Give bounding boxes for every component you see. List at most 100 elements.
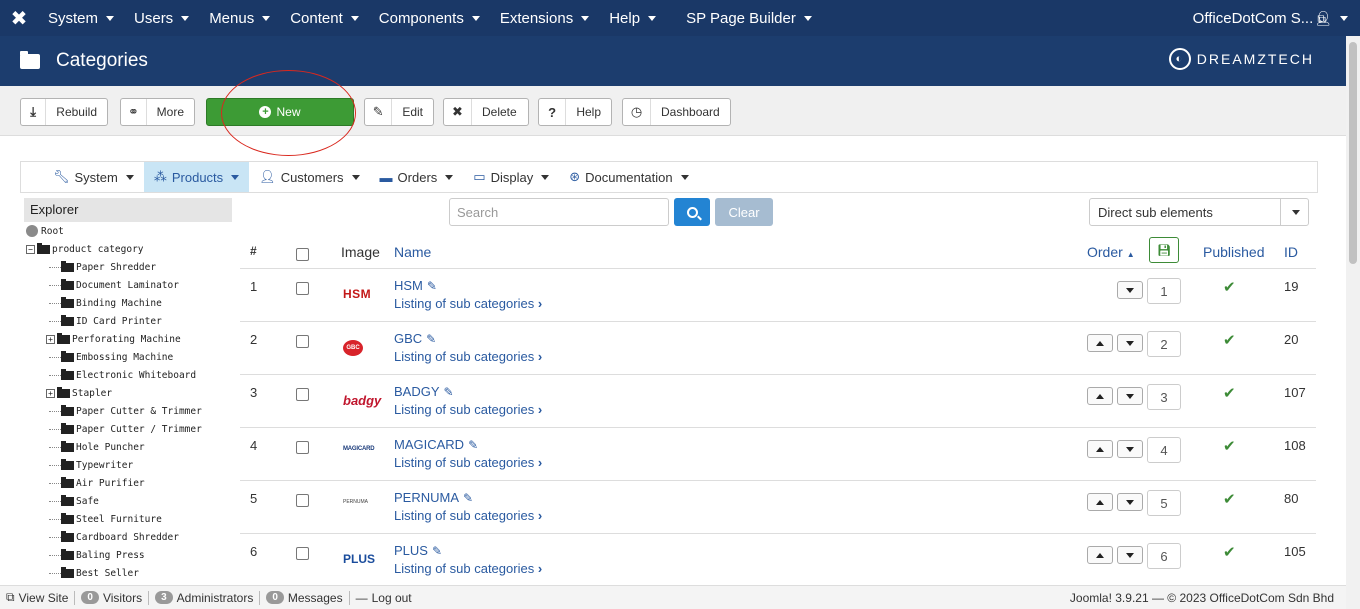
- published-check-icon[interactable]: ✔: [1223, 331, 1236, 349]
- category-name-link[interactable]: PERNUMA ✎: [394, 490, 473, 505]
- col-published[interactable]: Published: [1203, 244, 1265, 260]
- sub-categories-link[interactable]: Listing of sub categories ›: [394, 296, 542, 311]
- tree-item[interactable]: Paper Cutter / Trimmer: [24, 420, 232, 438]
- tree-item[interactable]: Best Seller: [24, 564, 232, 582]
- published-check-icon[interactable]: ✔: [1223, 490, 1236, 508]
- select-all-checkbox[interactable]: [296, 248, 309, 261]
- tree-item[interactable]: + Stapler: [24, 384, 232, 402]
- move-down-button[interactable]: [1117, 281, 1143, 299]
- col-order[interactable]: Order ▲: [1087, 244, 1135, 260]
- tree-item[interactable]: ID Card Printer: [24, 312, 232, 330]
- logout-link[interactable]: — Log out: [350, 591, 418, 605]
- category-name-link[interactable]: BADGY ✎: [394, 384, 454, 399]
- row-checkbox[interactable]: [296, 441, 309, 454]
- move-down-button[interactable]: [1117, 493, 1143, 511]
- sub-categories-link[interactable]: Listing of sub categories ›: [394, 349, 542, 364]
- submenu-customers[interactable]: 👤︎ Customers: [249, 162, 369, 192]
- submenu-system[interactable]: 🔧︎ System: [43, 162, 144, 192]
- menu-content[interactable]: Content: [280, 0, 369, 36]
- filter-select[interactable]: Direct sub elements: [1089, 198, 1309, 226]
- page-scrollbar[interactable]: [1346, 36, 1360, 609]
- category-name-link[interactable]: GBC ✎: [394, 331, 436, 346]
- order-input[interactable]: 6: [1147, 543, 1181, 569]
- expand-icon[interactable]: +: [46, 388, 55, 398]
- category-name-link[interactable]: MAGICARD ✎: [394, 437, 478, 452]
- row-checkbox[interactable]: [296, 494, 309, 507]
- row-checkbox[interactable]: [296, 335, 309, 348]
- sub-categories-link[interactable]: Listing of sub categories ›: [394, 455, 542, 470]
- dashboard-button[interactable]: ◷ Dashboard: [622, 98, 731, 126]
- tree-item[interactable]: Safe: [24, 492, 232, 510]
- collapse-icon[interactable]: −: [26, 244, 35, 254]
- save-order-button[interactable]: 💾︎: [1149, 237, 1179, 263]
- move-down-button[interactable]: [1117, 440, 1143, 458]
- category-name-link[interactable]: HSM ✎: [394, 278, 437, 293]
- submenu-products[interactable]: ⁂ Products: [143, 162, 250, 192]
- menu-components[interactable]: Components: [369, 0, 490, 36]
- order-input[interactable]: 2: [1147, 331, 1181, 357]
- menu-menus[interactable]: Menus: [199, 0, 280, 36]
- submenu-documentation[interactable]: ⊛ Documentation: [559, 162, 698, 192]
- col-name[interactable]: Name: [394, 244, 431, 260]
- joomla-icon[interactable]: ✖: [0, 0, 38, 36]
- tree-root[interactable]: Root: [24, 222, 232, 240]
- menu-users[interactable]: Users: [124, 0, 199, 36]
- sub-categories-link[interactable]: Listing of sub categories ›: [394, 402, 542, 417]
- scrollbar-thumb[interactable]: [1349, 42, 1357, 264]
- tree-item[interactable]: Document Laminator: [24, 276, 232, 294]
- new-button[interactable]: + New: [206, 98, 354, 126]
- rebuild-button[interactable]: ⤓ Rebuild: [20, 98, 108, 126]
- move-up-button[interactable]: [1087, 440, 1113, 458]
- published-check-icon[interactable]: ✔: [1223, 437, 1236, 455]
- order-input[interactable]: 4: [1147, 437, 1181, 463]
- tree-item[interactable]: Paper Shredder: [24, 258, 232, 276]
- search-button[interactable]: [674, 198, 710, 226]
- tree-item[interactable]: + Perforating Machine: [24, 330, 232, 348]
- move-down-button[interactable]: [1117, 334, 1143, 352]
- tree-item[interactable]: Typewriter: [24, 456, 232, 474]
- row-checkbox[interactable]: [296, 282, 309, 295]
- help-button[interactable]: ? Help: [538, 98, 612, 126]
- tree-item[interactable]: Paper Cutter & Trimmer: [24, 402, 232, 420]
- move-down-button[interactable]: [1117, 387, 1143, 405]
- order-input[interactable]: 5: [1147, 490, 1181, 516]
- tree-item[interactable]: Steel Furniture: [24, 510, 232, 528]
- menu-help[interactable]: Help: [599, 0, 666, 36]
- col-id[interactable]: ID: [1284, 244, 1298, 260]
- delete-button[interactable]: ✖ Delete: [443, 98, 529, 126]
- move-up-button[interactable]: [1087, 387, 1113, 405]
- search-input[interactable]: Search: [449, 198, 669, 226]
- edit-button[interactable]: ✎ Edit: [364, 98, 434, 126]
- sub-categories-link[interactable]: Listing of sub categories ›: [394, 508, 542, 523]
- menu-system[interactable]: System: [38, 0, 124, 36]
- tree-parent[interactable]: − product category: [24, 240, 232, 258]
- user-menu[interactable]: 👤︎: [1314, 0, 1348, 36]
- tree-item[interactable]: Air Purifier: [24, 474, 232, 492]
- more-button[interactable]: ⚭ More: [120, 98, 195, 126]
- clear-button[interactable]: Clear: [715, 198, 773, 226]
- expand-icon[interactable]: +: [46, 334, 55, 344]
- site-link[interactable]: OfficeDotCom S... ⧉: [1193, 0, 1326, 36]
- published-check-icon[interactable]: ✔: [1223, 384, 1236, 402]
- category-name-link[interactable]: PLUS ✎: [394, 543, 442, 558]
- row-checkbox[interactable]: [296, 388, 309, 401]
- move-up-button[interactable]: [1087, 546, 1113, 564]
- tree-item[interactable]: Hole Puncher: [24, 438, 232, 456]
- submenu-orders[interactable]: ▬ Orders: [370, 162, 464, 192]
- tree-item[interactable]: Binding Machine: [24, 294, 232, 312]
- published-check-icon[interactable]: ✔: [1223, 278, 1236, 296]
- tree-item[interactable]: Embossing Machine: [24, 348, 232, 366]
- row-checkbox[interactable]: [296, 547, 309, 560]
- menu-sp-page-builder[interactable]: SP Page Builder: [676, 0, 822, 36]
- tree-item[interactable]: Electronic Whiteboard: [24, 366, 232, 384]
- submenu-display[interactable]: ▭ Display: [463, 162, 559, 192]
- move-up-button[interactable]: [1087, 334, 1113, 352]
- published-check-icon[interactable]: ✔: [1223, 543, 1236, 561]
- move-down-button[interactable]: [1117, 546, 1143, 564]
- sub-categories-link[interactable]: Listing of sub categories ›: [394, 561, 542, 576]
- order-input[interactable]: 3: [1147, 384, 1181, 410]
- move-up-button[interactable]: [1087, 493, 1113, 511]
- tree-item[interactable]: Cardboard Shredder: [24, 528, 232, 546]
- view-site-link[interactable]: ⧉ View Site: [0, 590, 74, 605]
- tree-item[interactable]: Baling Press: [24, 546, 232, 564]
